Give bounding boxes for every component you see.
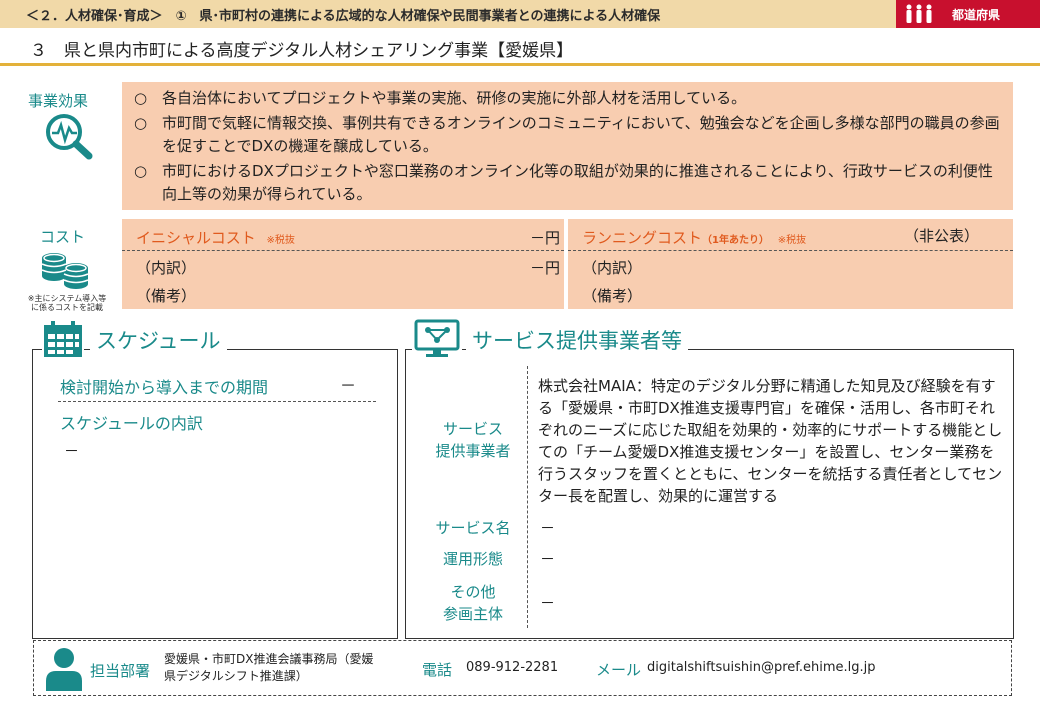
effect-marker: ○ xyxy=(134,114,148,132)
cost-note: ※主にシステム導入等に係るコストを記載 xyxy=(27,294,107,312)
initial-cost-title: イニシャルコスト xyxy=(136,229,256,247)
initial-cost-divider xyxy=(122,250,564,251)
coins-icon xyxy=(41,253,89,289)
person-icon xyxy=(46,648,82,691)
calendar-icon xyxy=(42,321,84,359)
initial-remarks: （備考） xyxy=(136,287,197,305)
schedule-breakdown-value: － xyxy=(64,442,80,460)
initial-cost-header: イニシャルコスト ※税抜 xyxy=(136,227,564,248)
top-bar: ＜２．人材確保･育成＞ ① 県･市町村の連携による広域的な人材確保や民間事業者と… xyxy=(0,0,1040,28)
schedule-divider xyxy=(58,401,376,402)
magnifier-chart-icon xyxy=(46,114,93,160)
schedule-title: スケジュール xyxy=(90,325,227,355)
effect-text: 市町間で気軽に情報交換、事例共有できるオンラインのコミュニティにおいて、勉強会な… xyxy=(162,114,1000,155)
dept-value-line1: 愛媛県・市町DX推進会議事務局（愛媛 xyxy=(164,652,374,666)
running-cost-divider xyxy=(568,250,1013,251)
operation-label: 運用形態 xyxy=(442,550,503,568)
effect-item: ○ 市町におけるDXプロジェクトや窓口業務のオンライン化等の取組が効果的に推進さ… xyxy=(134,160,1003,206)
running-cost-box: ランニングコスト（1年あたり） ※税抜 （非公表） （内訳） （備考） xyxy=(568,219,1013,309)
dept-value-line2: 県デジタルシフト推進課） xyxy=(164,669,308,683)
running-breakdown: （内訳） xyxy=(582,259,643,277)
service-name-value: － xyxy=(540,519,556,537)
provider-label-line2: 提供事業者 xyxy=(435,442,511,460)
other-participants-value: － xyxy=(540,594,556,612)
running-cost-per-year: （1年あたり） xyxy=(702,235,769,246)
operation-value: － xyxy=(540,550,556,568)
running-remarks: （備考） xyxy=(582,287,643,305)
provider-title: サービス提供事業者等 xyxy=(466,325,688,355)
email-link[interactable]: digitalshiftsuishin@pref.ehime.lg.jp xyxy=(647,660,876,675)
other-label-line1: その他 xyxy=(450,583,496,601)
contact-footer: 担当部署 愛媛県・市町DX推進会議事務局（愛媛 県デジタルシフト推進課） 電話 … xyxy=(33,640,1012,696)
schedule-period-label: 検討開始から導入までの期間 xyxy=(60,378,269,397)
title-divider xyxy=(0,63,1040,66)
dept-label: 担当部署 xyxy=(90,662,151,680)
effect-item: ○ 各自治体においてプロジェクトや事業の実施、研修の実施に外部人材を活用している… xyxy=(134,87,1003,110)
effect-text: 各自治体においてプロジェクトや事業の実施、研修の実施に外部人材を活用している。 xyxy=(162,89,747,107)
initial-cost-amount: －円 xyxy=(529,229,560,247)
initial-breakdown-amount: －円 xyxy=(529,259,560,277)
initial-cost-box: イニシャルコスト ※税抜 －円 （内訳） －円 （備考） xyxy=(122,219,564,309)
breadcrumb: ＜２．人材確保･育成＞ ① 県･市町村の連携による広域的な人材確保や民間事業者と… xyxy=(26,9,661,24)
service-name-label: サービス名 xyxy=(435,519,511,537)
page-title: ３ 県と県内市町による高度デジタル人材シェアリング事業【愛媛県】 xyxy=(30,41,574,61)
other-participants-label: その他 参画主体 xyxy=(418,581,528,625)
provider-description: 株式会社MAIA：特定のデジタル分野に精通した知見及び経験を有する「愛媛県・市町… xyxy=(538,377,1003,505)
schedule-period-value: － xyxy=(340,376,357,395)
effects-box: ○ 各自治体においてプロジェクトや事業の実施、研修の実施に外部人材を活用している… xyxy=(122,82,1013,210)
monitor-network-icon xyxy=(412,318,462,360)
provider-label-line1: サービス xyxy=(442,420,503,438)
initial-breakdown: （内訳） xyxy=(136,259,197,277)
effects-label: 事業効果 xyxy=(28,92,89,110)
effect-item: ○ 市町間で気軽に情報交換、事例共有できるオンラインのコミュニティにおいて、勉強… xyxy=(134,112,1003,158)
provider-label: サービス 提供事業者 xyxy=(418,418,528,462)
effect-marker: ○ xyxy=(134,89,148,107)
running-cost-tax: ※税抜 xyxy=(777,235,807,246)
phone-label: 電話 xyxy=(422,661,453,679)
badge-label: 都道府県 xyxy=(952,8,1001,22)
prefecture-badge: 都道府県 xyxy=(896,0,1040,28)
mail-label: メール xyxy=(596,661,642,679)
running-cost-title: ランニングコスト xyxy=(582,229,703,247)
phone-number: 089-912-2281 xyxy=(466,660,559,675)
initial-cost-tax: ※税抜 xyxy=(266,235,295,246)
people-icon xyxy=(906,4,932,23)
effect-marker: ○ xyxy=(134,162,148,180)
effect-text: 市町におけるDXプロジェクトや窓口業務のオンライン化等の取組が効果的に推進される… xyxy=(162,162,993,203)
running-cost-amount: （非公表） xyxy=(903,227,979,245)
cost-label: コスト xyxy=(40,228,86,246)
other-label-line2: 参画主体 xyxy=(442,605,503,623)
schedule-breakdown-label: スケジュールの内訳 xyxy=(60,414,203,433)
